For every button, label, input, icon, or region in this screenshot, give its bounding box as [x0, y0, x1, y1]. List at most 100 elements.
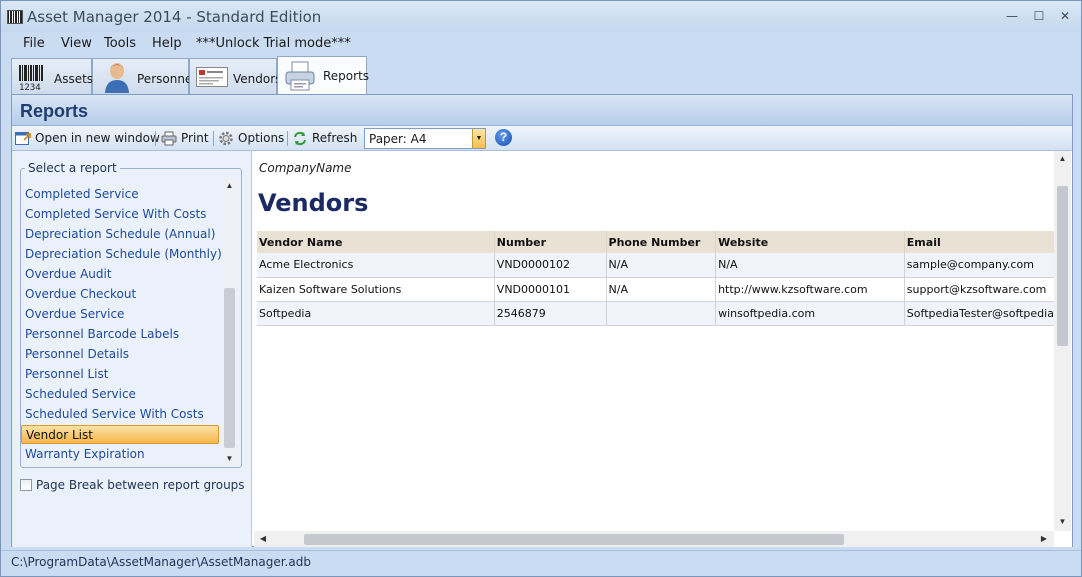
report-list-scrollbar[interactable]: ▲ ▼ — [222, 178, 237, 466]
scroll-up-icon[interactable]: ▲ — [1055, 151, 1070, 166]
table-cell: VND0000101 — [494, 277, 607, 302]
menu-file[interactable]: File — [23, 36, 45, 51]
options-button[interactable]: Options — [218, 129, 284, 148]
column-header: Email — [904, 231, 1056, 253]
section-header: Reports — [12, 95, 1072, 126]
title-bar: Asset Manager 2014 - Standard Edition — … — [1, 1, 1081, 32]
report-horizontal-scrollbar[interactable]: ◀ ▶ — [254, 531, 1054, 547]
report-item-personnel-details[interactable]: Personnel Details — [21, 345, 219, 364]
report-selector-panel: Select a report Completed Service Comple… — [12, 151, 252, 547]
menu-view[interactable]: View — [61, 36, 92, 51]
paper-size-select[interactable]: Paper: A4 ▼ — [364, 128, 486, 149]
printer-icon — [284, 60, 316, 92]
toolbar-separator — [287, 131, 288, 146]
table-row: Softpedia 2546879 winsoftpedia.com Softp… — [257, 301, 1056, 326]
column-header: Number — [494, 231, 607, 253]
table-cell: support@kzsoftware.com — [904, 277, 1056, 302]
table-header-row: Vendor Name Number Phone Number Website … — [257, 231, 1056, 253]
report-item-completed-service-with-costs[interactable]: Completed Service With Costs — [21, 205, 219, 224]
report-item-overdue-audit[interactable]: Overdue Audit — [21, 265, 219, 284]
column-header: Phone Number — [606, 231, 717, 253]
report-item-personnel-barcode-labels[interactable]: Personnel Barcode Labels — [21, 325, 219, 344]
table-cell: Softpedia — [257, 301, 495, 326]
report-item-overdue-service[interactable]: Overdue Service — [21, 305, 219, 324]
tab-reports[interactable]: Reports — [277, 56, 370, 94]
report-preview: CompanyName Vendors Vendor Name Number P… — [254, 151, 1072, 547]
table-cell: Kaizen Software Solutions — [257, 277, 495, 302]
table-row: Kaizen Software Solutions VND0000101 N/A… — [257, 277, 1056, 302]
scrollbar-thumb[interactable] — [304, 534, 844, 545]
person-icon — [103, 61, 131, 93]
scroll-down-icon[interactable]: ▼ — [222, 451, 237, 466]
tab-personnel[interactable]: Personnel — [92, 58, 196, 94]
table-cell: N/A — [715, 253, 905, 278]
report-item-vendor-list[interactable]: Vendor List — [21, 425, 219, 444]
reports-pane: Reports Open in new window Print Options… — [11, 94, 1073, 547]
report-item-completed-service[interactable]: Completed Service — [21, 185, 219, 204]
vendors-table: Vendor Name Number Phone Number Website … — [257, 231, 1056, 326]
minimize-button[interactable]: — — [1001, 8, 1023, 24]
print-button[interactable]: Print — [161, 129, 211, 148]
gear-icon — [218, 131, 234, 146]
tab-vendors[interactable]: Vendors — [189, 58, 281, 94]
table-cell: N/A — [606, 277, 717, 302]
report-item-scheduled-service-with-costs[interactable]: Scheduled Service With Costs — [21, 405, 219, 424]
company-name: CompanyName — [259, 161, 352, 175]
column-header: Vendor Name — [257, 231, 495, 253]
status-bar: C:\ProgramData\AssetManager\AssetManager… — [1, 550, 1081, 576]
scrollbar-thumb[interactable] — [224, 288, 235, 448]
page-break-label: Page Break between report groups — [36, 478, 245, 492]
scroll-up-icon[interactable]: ▲ — [222, 178, 237, 193]
print-icon — [161, 131, 177, 146]
table-cell — [606, 301, 717, 326]
options-label: Options — [238, 131, 285, 145]
table-cell: Acme Electronics — [257, 253, 495, 278]
scroll-right-icon[interactable]: ▶ — [1037, 531, 1051, 546]
print-label: Print — [181, 131, 209, 145]
report-item-depreciation-annual[interactable]: Depreciation Schedule (Annual) — [21, 225, 219, 244]
report-vertical-scrollbar[interactable]: ▲ ▼ — [1054, 151, 1071, 531]
maximize-button[interactable]: ☐ — [1028, 8, 1050, 24]
app-window: Asset Manager 2014 - Standard Edition — … — [0, 0, 1082, 577]
svg-text:1234: 1234 — [19, 83, 41, 91]
paper-size-value: Paper: A4 — [369, 132, 427, 146]
tab-reports-label: Reports — [323, 69, 370, 83]
table-cell: VND0000102 — [494, 253, 607, 278]
table-cell: 2546879 — [494, 301, 607, 326]
report-toolbar: Open in new window Print Options Refresh… — [12, 126, 1072, 151]
new-window-icon — [15, 131, 31, 146]
chevron-down-icon[interactable]: ▼ — [472, 129, 485, 148]
refresh-label: Refresh — [312, 131, 358, 145]
menu-tools[interactable]: Tools — [104, 36, 136, 51]
report-item-warranty-expiration[interactable]: Warranty Expiration — [21, 445, 219, 464]
page-break-checkbox[interactable] — [20, 479, 32, 491]
table-cell: SoftpediaTester@softpedia — [904, 301, 1056, 326]
tab-vendors-label: Vendors — [233, 72, 282, 86]
open-new-window-label: Open in new window — [35, 131, 160, 145]
scroll-left-icon[interactable]: ◀ — [256, 531, 270, 546]
vendor-card-icon — [196, 67, 228, 87]
menu-unlock-trial[interactable]: ***Unlock Trial mode*** — [196, 36, 351, 51]
database-path: C:\ProgramData\AssetManager\AssetManager… — [11, 555, 311, 569]
report-item-personnel-list[interactable]: Personnel List — [21, 365, 219, 384]
toolbar-separator — [213, 131, 214, 146]
barcode-app-icon — [7, 10, 23, 24]
report-item-overdue-checkout[interactable]: Overdue Checkout — [21, 285, 219, 304]
table-cell: winsoftpedia.com — [715, 301, 905, 326]
report-item-depreciation-monthly[interactable]: Depreciation Schedule (Monthly) — [21, 245, 222, 264]
scroll-down-icon[interactable]: ▼ — [1055, 514, 1070, 529]
scrollbar-thumb[interactable] — [1057, 186, 1068, 346]
menu-help[interactable]: Help — [152, 36, 182, 51]
close-button[interactable]: ✕ — [1054, 8, 1076, 24]
table-row: Acme Electronics VND0000102 N/A N/A samp… — [257, 253, 1056, 278]
report-item-scheduled-service[interactable]: Scheduled Service — [21, 385, 219, 404]
table-cell: sample@company.com — [904, 253, 1056, 278]
tab-personnel-label: Personnel — [137, 72, 196, 86]
refresh-button[interactable]: Refresh — [292, 129, 358, 148]
barcode-icon: 1234 — [17, 63, 47, 93]
open-new-window-button[interactable]: Open in new window — [15, 129, 160, 148]
page-title: Reports — [20, 101, 89, 121]
tab-assets[interactable]: 1234 Assets — [11, 58, 93, 94]
report-list[interactable]: Completed Service Completed Service With… — [20, 178, 222, 468]
help-icon[interactable]: ? — [495, 129, 512, 146]
